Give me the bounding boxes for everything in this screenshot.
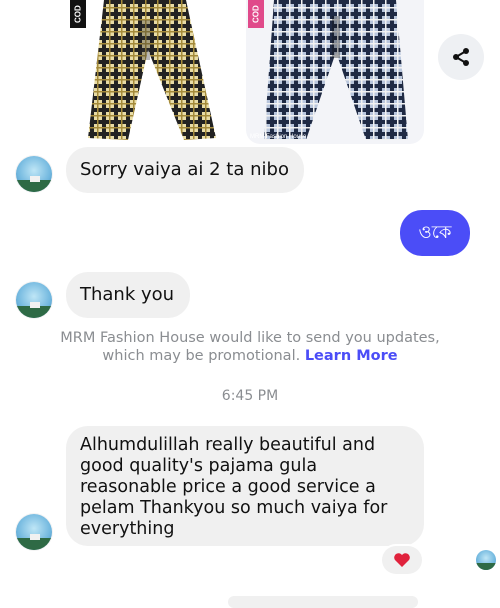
product-image-1[interactable]: COD	[66, 0, 242, 144]
seen-receipt-avatar	[476, 550, 496, 570]
share-button[interactable]	[438, 34, 484, 80]
checkered-pajama-image	[264, 0, 408, 140]
promotional-notice: MRM Fashion House would like to send you…	[40, 329, 460, 365]
message-timestamp: 6:45 PM	[221, 388, 279, 404]
message-bubble-incoming[interactable]: Sorry vaiya ai 2 ta nibo	[66, 147, 304, 193]
checkered-pajama-image	[88, 0, 216, 140]
product-image-2[interactable]: COD MRM Fashion House	[246, 0, 424, 144]
cod-tag: COD	[248, 0, 264, 28]
cod-tag: COD	[70, 0, 86, 28]
avatar[interactable]	[16, 282, 52, 318]
heart-icon	[394, 553, 410, 567]
learn-more-link[interactable]: Learn More	[305, 348, 398, 364]
avatar[interactable]	[16, 156, 52, 192]
message-bubble-incoming[interactable]: Alhumdulillah really beautiful and good …	[66, 426, 424, 546]
message-reaction[interactable]	[382, 546, 422, 574]
message-bubble-partial	[228, 596, 418, 608]
brand-watermark: MRM Fashion House	[250, 134, 307, 140]
avatar[interactable]	[16, 514, 52, 550]
message-bubble-incoming[interactable]: Thank you	[66, 272, 190, 318]
share-icon	[453, 48, 469, 66]
message-bubble-outgoing[interactable]: ওকে	[400, 210, 470, 256]
